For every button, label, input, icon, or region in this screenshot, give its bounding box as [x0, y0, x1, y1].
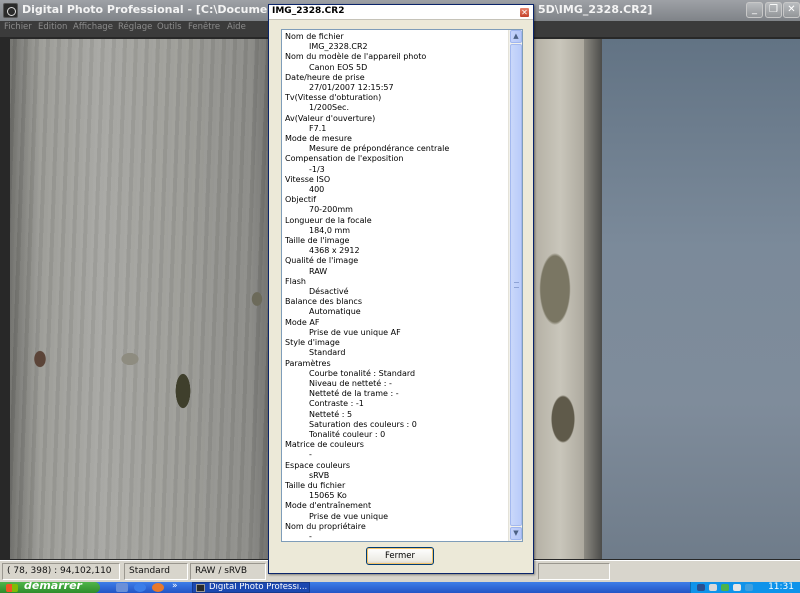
- tray-app-icon[interactable]: [745, 584, 753, 591]
- tray-clock: 11:31: [768, 582, 794, 592]
- info-label: Vitesse ISO: [285, 174, 331, 184]
- dialog-title-bar[interactable]: IMG_2328.CR2 ✕: [269, 5, 533, 20]
- info-label: Date/heure de prise: [285, 72, 365, 82]
- taskbar-dpp-button[interactable]: Digital Photo Professi...: [192, 582, 310, 593]
- info-value: -: [309, 531, 312, 541]
- status-panel: [538, 563, 610, 580]
- info-value: Contraste : -1: [309, 399, 364, 409]
- quicklaunch-more-icon[interactable]: »: [172, 582, 178, 591]
- restore-button[interactable]: ❐: [765, 2, 782, 18]
- info-label: Matrice de couleurs: [285, 440, 364, 450]
- info-value: Prise de vue unique: [309, 511, 389, 521]
- info-value: 27/01/2007 12:15:57: [309, 83, 394, 93]
- info-label: Taille du fichier: [285, 480, 346, 490]
- start-button[interactable]: démarrer: [0, 582, 100, 593]
- taskbar-app-icon: [196, 584, 205, 592]
- quicklaunch-desktop-icon[interactable]: [116, 583, 128, 592]
- info-value: Automatique: [309, 307, 361, 317]
- info-content: Nom de fichier IMG_2328.CR2 Nom du modèle …: [282, 30, 509, 541]
- info-label: Objectif: [285, 195, 317, 205]
- info-label: Av(Valeur d'ouverture): [285, 113, 376, 123]
- photo-background: [602, 39, 800, 559]
- tray-volume-icon[interactable]: [733, 584, 741, 591]
- info-label: Qualité de l'image: [285, 256, 359, 266]
- quicklaunch-ie-icon[interactable]: [134, 583, 146, 592]
- info-label: Taille de l'image: [285, 236, 350, 246]
- info-value: RAW: [309, 266, 328, 276]
- menu-fichier[interactable]: Fichier: [4, 22, 32, 32]
- status-pixel-readout: ( 78, 398) : 94,102,110: [2, 563, 120, 580]
- tray-usb-icon[interactable]: [709, 584, 717, 591]
- info-value: Saturation des couleurs : 0: [309, 419, 417, 429]
- window-title-tail: 5D\IMG_2328.CR2]: [538, 3, 653, 16]
- info-value: Netteté : 5: [309, 409, 353, 419]
- info-label: Nom de fichier: [285, 32, 344, 41]
- info-label: Compensation de l'exposition: [285, 154, 404, 164]
- photo-trunk-shadow: [584, 39, 602, 559]
- menu-affichage[interactable]: Affichage: [73, 22, 113, 32]
- status-picture-style: Standard: [124, 563, 188, 580]
- tray-network-icon[interactable]: [697, 584, 705, 591]
- info-list[interactable]: Nom de fichier IMG_2328.CR2 Nom du modèle …: [281, 29, 523, 542]
- info-scrollbar[interactable]: ▲ ▼: [508, 30, 522, 541]
- fermer-button[interactable]: Fermer: [366, 547, 434, 565]
- info-value: Niveau de netteté : -: [309, 378, 392, 388]
- info-value: 184,0 mm: [309, 225, 351, 235]
- info-value: -1/3: [309, 164, 325, 174]
- start-label: démarrer: [24, 582, 82, 592]
- info-value: F7.1: [309, 123, 327, 133]
- info-value: 15065 Ko: [309, 491, 347, 501]
- info-value: Netteté de la trame : -: [309, 389, 399, 399]
- info-value: sRVB: [309, 470, 330, 480]
- image-info-dialog: IMG_2328.CR2 ✕ Nom de fichier IMG_2328.CR…: [268, 4, 534, 574]
- info-label: Mode AF: [285, 317, 320, 327]
- info-label: Longueur de la focale: [285, 215, 372, 225]
- menu-fenetre[interactable]: Fenêtre: [188, 22, 220, 32]
- scroll-up-icon[interactable]: ▲: [510, 30, 522, 43]
- info-value: Standard: [309, 348, 346, 358]
- info-label: Flash: [285, 276, 306, 286]
- menu-reglage[interactable]: Réglage: [118, 22, 152, 32]
- scroll-down-icon[interactable]: ▼: [510, 527, 522, 540]
- quicklaunch-firefox-icon[interactable]: [152, 583, 164, 592]
- taskbar-button-label: Digital Photo Professi...: [209, 582, 308, 592]
- minimize-button[interactable]: _: [746, 2, 763, 18]
- info-label: Nom du modèle de l'appareil photo: [285, 52, 427, 62]
- tray-security-icon[interactable]: [721, 584, 729, 591]
- taskbar: démarrer » Digital Photo Professi... 11:…: [0, 582, 800, 593]
- system-tray: 11:31: [690, 582, 800, 593]
- menu-aide[interactable]: Aide: [227, 22, 246, 32]
- menu-edition[interactable]: Edition: [38, 22, 67, 32]
- info-value: IMG_2328.CR2: [309, 42, 368, 52]
- info-label: Mode d'entraînement: [285, 501, 372, 511]
- info-value: 400: [309, 185, 325, 195]
- info-value: 70-200mm: [309, 205, 353, 215]
- scroll-thumb[interactable]: [510, 44, 522, 526]
- info-value: Courbe tonalité : Standard: [309, 368, 416, 378]
- info-label: Tv(Vitesse d'obturation): [285, 93, 382, 103]
- info-value: Prise de vue unique AF: [309, 327, 401, 337]
- info-value: Tonalité couleur : 0: [309, 429, 386, 439]
- app-icon[interactable]: [3, 3, 18, 18]
- status-format: RAW / sRVB: [190, 563, 266, 580]
- info-value: 1/200Sec.: [309, 103, 349, 113]
- menu-outils[interactable]: Outils: [157, 22, 182, 32]
- info-value: -: [309, 450, 312, 460]
- info-value: Canon EOS 5D: [309, 62, 368, 72]
- info-label: Style d'image: [285, 338, 340, 348]
- windows-logo-icon: [6, 584, 18, 592]
- info-value: 4368 x 2912: [309, 246, 360, 256]
- info-label: Nom du propriétaire: [285, 521, 366, 531]
- info-label: Paramètres: [285, 358, 331, 368]
- info-label: Mode de mesure: [285, 134, 352, 144]
- info-value: Désactivé: [309, 287, 349, 297]
- info-value: Mesure de prépondérance centrale: [309, 144, 450, 154]
- close-button[interactable]: ✕: [783, 2, 800, 18]
- dialog-close-icon[interactable]: ✕: [519, 7, 530, 18]
- dialog-title: IMG_2328.CR2: [272, 6, 345, 16]
- scroll-grip-icon: [514, 282, 519, 288]
- info-label: Espace couleurs: [285, 460, 351, 470]
- info-label: Balance des blancs: [285, 297, 362, 307]
